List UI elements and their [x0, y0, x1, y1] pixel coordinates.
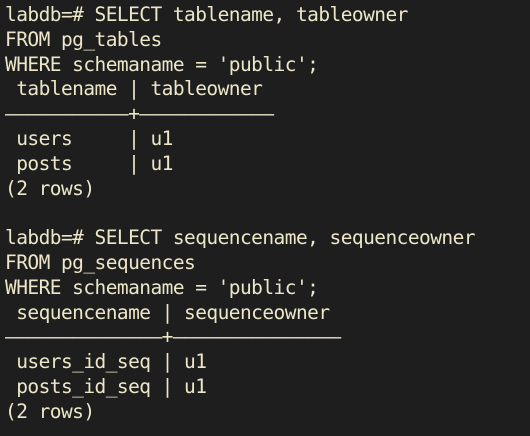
terminal-window[interactable]: labdb=# SELECT tablename, tableowner FRO…	[0, 0, 530, 436]
result-1-row: posts | u1	[5, 151, 173, 175]
query-1-from-line: FROM pg_tables	[5, 27, 162, 51]
result-1-row: users | u1	[5, 126, 173, 150]
result-2-row: posts_id_seq | u1	[5, 374, 207, 398]
prompt-line-query-2: labdb=# SELECT sequencename, sequenceown…	[5, 226, 476, 250]
result-2-row-count: (2 rows)	[5, 399, 95, 423]
query-1-where-line: WHERE schemaname = 'public';	[5, 52, 319, 76]
prompt-line-query-1: labdb=# SELECT tablename, tableowner	[5, 3, 408, 26]
result-1-row-count: (2 rows)	[5, 176, 95, 200]
query-2-from-line: FROM pg_sequences	[5, 250, 196, 274]
query-2-where-line: WHERE schemaname = 'public';	[5, 275, 319, 299]
result-2-header: sequencename | sequenceowner	[5, 300, 330, 324]
result-2-separator: ——————————————+———————————————	[5, 325, 341, 349]
result-1-separator: ———————————+————————————	[5, 102, 274, 126]
result-2-row: users_id_seq | u1	[5, 350, 207, 374]
result-1-header: tablename | tableowner	[5, 77, 263, 101]
